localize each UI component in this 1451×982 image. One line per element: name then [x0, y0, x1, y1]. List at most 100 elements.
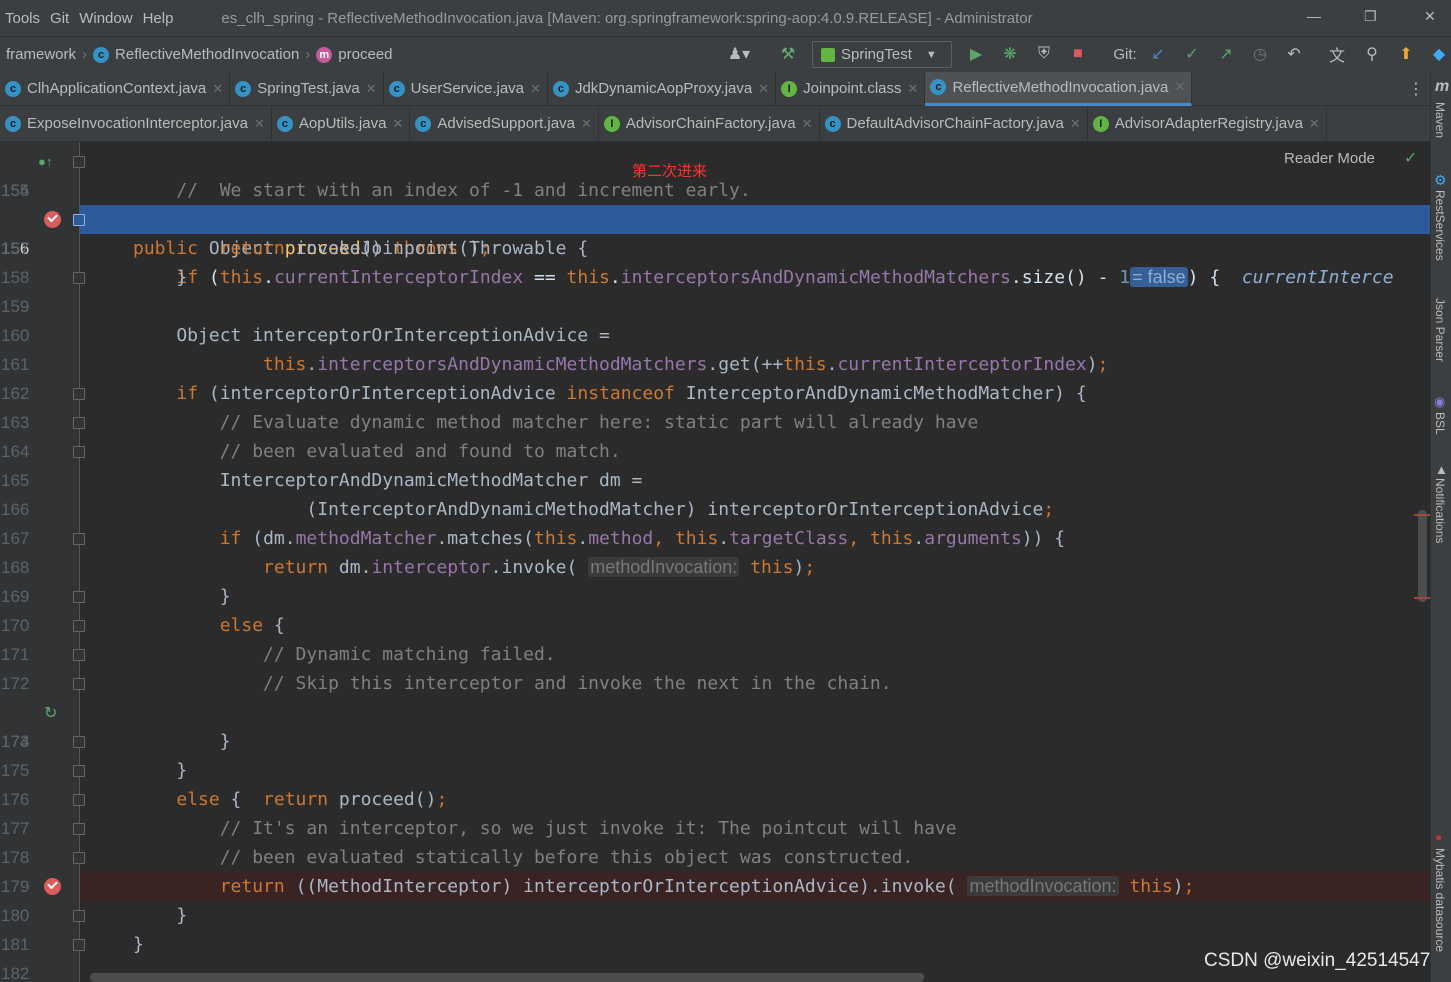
tab-exposeinvocationinterceptor[interactable]: c ExposeInvocationInterceptor.java ✕ — [0, 106, 272, 141]
maven-panel-button[interactable]: Maven — [1433, 102, 1447, 138]
translate-icon[interactable]: 文 — [1324, 40, 1350, 68]
code-line: 173 ↻ return proceed(); — [0, 698, 1430, 810]
more-tabs-icon[interactable]: ⋮ — [1408, 79, 1424, 99]
class-icon: c — [276, 115, 293, 132]
tab-defaultadvisorchainfactory[interactable]: c DefaultAdvisorChainFactory.java ✕ — [820, 106, 1088, 141]
fold-icon[interactable] — [73, 910, 85, 922]
rollback-icon[interactable]: ↶ — [1282, 40, 1306, 68]
user-icon[interactable]: ♟▾ — [722, 40, 756, 68]
fold-icon[interactable] — [73, 736, 85, 748]
breadcrumb-project[interactable]: framework — [6, 46, 76, 63]
fold-icon[interactable] — [73, 272, 85, 284]
fold-icon[interactable] — [73, 446, 85, 458]
breadcrumb-method[interactable]: proceed — [338, 46, 392, 63]
notifications-panel-button[interactable]: Notifications — [1433, 478, 1447, 543]
code-line: 154 ●↑ public Object proceed() throws Th… — [0, 147, 1430, 259]
fold-icon[interactable] — [73, 417, 85, 429]
breadcrumb: framework › c ReflectiveMethodInvocation… — [6, 46, 393, 63]
close-tab-icon[interactable]: ✕ — [212, 81, 223, 97]
history-icon[interactable]: ◷ — [1248, 40, 1272, 68]
plugin-icon[interactable]: ◆ — [1428, 40, 1450, 68]
fold-icon[interactable] — [73, 388, 85, 400]
code-line: 166 (InterceptorAndDynamicMethodMatcher)… — [0, 495, 1430, 524]
close-tab-icon[interactable]: ✕ — [1174, 79, 1185, 95]
git-commit-icon[interactable]: ✓ — [1180, 40, 1204, 68]
tab-aoputils[interactable]: c AopUtils.java ✕ — [272, 106, 411, 141]
line-number: 163 — [1, 413, 30, 432]
fold-icon[interactable] — [73, 649, 85, 661]
bsl-panel-button[interactable]: BSL — [1433, 412, 1447, 435]
coverage-icon[interactable]: ⛨ — [1032, 40, 1056, 68]
recursive-call-icon[interactable]: ↻ — [44, 698, 57, 727]
close-tab-icon[interactable]: ✕ — [392, 116, 403, 132]
code-line: 178 // been evaluated statically before … — [0, 843, 1430, 872]
tab-clhapplicationcontext[interactable]: c ClhApplicationContext.java ✕ — [0, 71, 231, 106]
breakpoint-icon[interactable] — [44, 211, 61, 228]
minimize-icon[interactable]: — — [1307, 8, 1321, 24]
menu-help[interactable]: Help — [143, 10, 182, 27]
restore-icon[interactable]: ❐ — [1364, 8, 1377, 25]
close-tab-icon[interactable]: ✕ — [254, 116, 265, 132]
fold-icon[interactable] — [73, 533, 85, 545]
restservices-panel-button[interactable]: RestServices — [1433, 190, 1447, 261]
close-tab-icon[interactable]: ✕ — [1309, 116, 1320, 132]
fold-icon[interactable] — [73, 794, 85, 806]
tab-reflectivemethodinvocation[interactable]: c ReflectiveMethodInvocation.java ✕ — [925, 71, 1193, 106]
close-icon[interactable]: ✕ — [1424, 8, 1436, 25]
breakpoint-icon[interactable] — [44, 878, 61, 895]
tab-advisoradapterregistry[interactable]: I AdvisorAdapterRegistry.java ✕ — [1088, 106, 1327, 141]
tab-advisorchainfactory[interactable]: I AdvisorChainFactory.java ✕ — [599, 106, 820, 141]
fold-icon[interactable] — [73, 939, 85, 951]
tab-springtest[interactable]: c SpringTest.java ✕ — [230, 71, 384, 106]
error-stripe-marker[interactable] — [1414, 514, 1430, 516]
json-parser-panel-button[interactable]: Json Parser — [1433, 298, 1447, 362]
error-stripe-marker[interactable] — [1414, 597, 1430, 599]
close-tab-icon[interactable]: ✕ — [908, 81, 919, 97]
close-tab-icon[interactable]: ✕ — [758, 81, 769, 97]
fold-icon[interactable] — [73, 620, 85, 632]
tab-label: DefaultAdvisorChainFactory.java — [846, 115, 1064, 132]
fold-icon[interactable] — [73, 823, 85, 835]
fold-icon[interactable] — [73, 156, 85, 168]
tab-jdkdynamicaopproxy[interactable]: c JdkDynamicAopProxy.java ✕ — [548, 71, 777, 106]
tab-label: Joinpoint.class — [803, 80, 902, 97]
fold-icon[interactable] — [73, 591, 85, 603]
run-icon[interactable]: ▶ — [964, 40, 988, 68]
update-icon[interactable]: ⬆ — [1394, 40, 1418, 68]
close-tab-icon[interactable]: ✕ — [366, 81, 377, 97]
breadcrumb-class[interactable]: ReflectiveMethodInvocation — [115, 46, 299, 63]
tab-joinpoint[interactable]: I Joinpoint.class ✕ — [776, 71, 926, 106]
menu-window[interactable]: Window — [79, 10, 140, 27]
build-hammer-icon[interactable]: ⚒ — [776, 40, 800, 68]
close-tab-icon[interactable]: ✕ — [581, 116, 592, 132]
search-icon[interactable]: ⚲ — [1360, 40, 1384, 68]
tab-label: AdvisedSupport.java — [437, 115, 575, 132]
fold-icon[interactable] — [73, 765, 85, 777]
mybatis-datasource-panel-button[interactable]: Mybatis datasource — [1433, 848, 1447, 952]
code-editor[interactable]: Reader Mode ✓ 154 ●↑ public Object proce… — [0, 142, 1430, 982]
debug-icon[interactable]: ❋ — [998, 40, 1022, 68]
horizontal-scrollbar[interactable] — [90, 973, 924, 982]
code-line: 168 return dm.interceptor.invoke( method… — [0, 553, 1430, 582]
tab-advisedsupport[interactable]: c AdvisedSupport.java ✕ — [410, 106, 599, 141]
fold-icon[interactable] — [73, 852, 85, 864]
menu-git[interactable]: Git — [50, 10, 77, 27]
class-icon: c — [415, 115, 432, 132]
code-line: 176 else { — [0, 785, 1430, 814]
close-tab-icon[interactable]: ✕ — [802, 116, 813, 132]
git-push-icon[interactable]: ↗ — [1214, 40, 1238, 68]
menu-tools[interactable]: Tools — [5, 10, 48, 27]
vertical-scrollbar[interactable] — [1418, 510, 1427, 602]
tab-userservice[interactable]: c UserService.java ✕ — [384, 71, 548, 106]
run-configuration-select[interactable]: SpringTest ▼ — [812, 41, 952, 68]
close-tab-icon[interactable]: ✕ — [530, 81, 541, 97]
stop-icon[interactable]: ■ — [1066, 40, 1090, 68]
fold-icon[interactable] — [73, 678, 85, 690]
git-update-icon[interactable]: ↙ — [1146, 40, 1170, 68]
maven-icon[interactable]: m — [1435, 78, 1449, 96]
fold-icon[interactable] — [73, 214, 85, 226]
implementing-method-icon[interactable]: ●↑ — [38, 147, 52, 176]
bsl-icon: ◉ — [1434, 394, 1446, 409]
close-tab-icon[interactable]: ✕ — [1070, 116, 1081, 132]
line-number: 175 — [1, 761, 30, 780]
